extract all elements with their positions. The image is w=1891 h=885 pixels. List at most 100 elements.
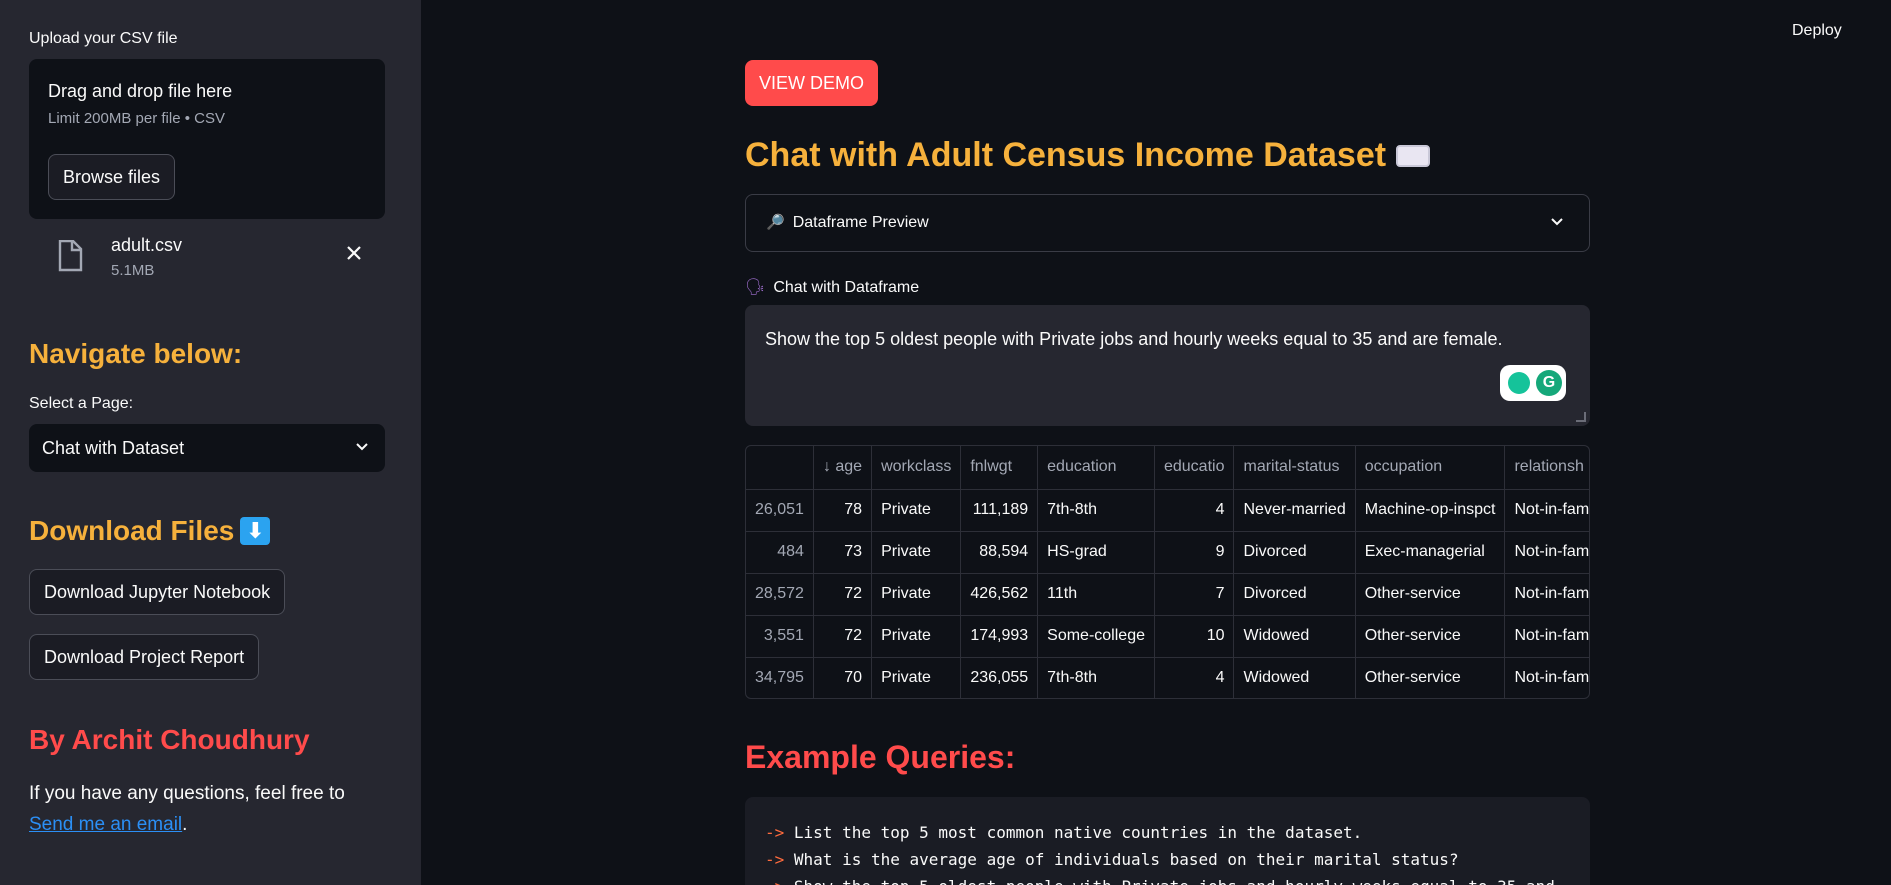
uploaded-file: adult.csv 5.1MB [29, 232, 385, 288]
arrow-icon: -> [765, 877, 784, 885]
column-header[interactable]: education [1037, 446, 1155, 490]
table-cell: 236,055 [960, 657, 1039, 698]
grammarly-icon: G [1536, 370, 1562, 396]
column-header[interactable]: workclass [871, 446, 962, 490]
grammarly-widget[interactable]: G [1500, 365, 1566, 401]
email-link[interactable]: Send me an email [29, 814, 182, 835]
table-row: 28,572 72 Private 426,562 11th 7 Divorce… [746, 573, 1589, 616]
file-size: 5.1MB [111, 262, 155, 279]
column-header[interactable]: fnlwgt [960, 446, 1039, 490]
column-header[interactable]: relationsh [1504, 446, 1589, 490]
download-heading: Download Files ⬇ [29, 515, 271, 547]
table-cell: Private [871, 657, 962, 698]
table-cell: Exec-managerial [1355, 531, 1506, 574]
example-text: List the top 5 most common native countr… [793, 823, 1363, 842]
table-header-row: ↓ age workclass fnlwgt education educati… [746, 446, 1589, 490]
chat-label-text: Chat with Dataframe [773, 279, 920, 296]
file-icon [58, 240, 83, 272]
contact-text: If you have any questions, feel free to … [29, 778, 385, 840]
table-row: 34,795 70 Private 236,055 7th-8th 4 Wido… [746, 657, 1589, 698]
deploy-button[interactable]: Deploy [1792, 22, 1842, 40]
row-index: 28,572 [746, 573, 814, 616]
dropzone-limit: Limit 200MB per file • CSV [48, 110, 225, 127]
row-index: 3,551 [746, 615, 814, 658]
page-select-value: Chat with Dataset [42, 438, 185, 458]
resize-handle[interactable] [1576, 412, 1586, 422]
dataframe-preview-expander[interactable]: 🔎 Dataframe Preview [745, 194, 1590, 252]
example-line: -> What is the average age of individual… [765, 846, 1570, 873]
table-cell: Not-in-fam [1504, 489, 1589, 532]
example-text: Show the top 5 oldest people with Privat… [794, 877, 1555, 885]
chevron-down-icon [1551, 218, 1563, 226]
table-cell: Not-in-fam [1504, 573, 1589, 616]
table-row: 26,051 78 Private 111,189 7th-8th 4 Neve… [746, 489, 1589, 532]
page-select[interactable]: Chat with Dataset [29, 424, 385, 472]
table-cell: Other-service [1355, 657, 1506, 698]
chevron-down-icon [356, 443, 368, 451]
download-arrow-icon: ⬇ [240, 517, 271, 545]
arrow-icon: -> [765, 850, 785, 869]
example-line: -> List the top 5 most common native cou… [765, 819, 1570, 846]
author-heading: By Archit Choudhury [29, 724, 310, 755]
table-cell: Widowed [1233, 615, 1356, 658]
contact-suffix: . [182, 814, 188, 835]
column-header[interactable]: ↓ age [813, 446, 873, 490]
column-header[interactable]: marital-status [1233, 446, 1356, 490]
column-header[interactable]: educatio [1154, 446, 1235, 490]
query-textarea[interactable]: Show the top 5 oldest people with Privat… [745, 305, 1590, 426]
keyboard-icon [1396, 145, 1431, 167]
speech-icon: 🗣 [745, 279, 766, 296]
example-text: What is the average age of individuals b… [793, 850, 1459, 869]
browse-files-button[interactable]: Browse files [48, 154, 176, 200]
file-dropzone[interactable]: Drag and drop file here Limit 200MB per … [29, 59, 385, 219]
table-cell: 4 [1154, 657, 1235, 698]
query-text: Show the top 5 oldest people with Privat… [765, 329, 1503, 349]
table-cell: Other-service [1355, 573, 1506, 616]
table-row: 3,551 72 Private 174,993 Some-college 10… [746, 615, 1589, 658]
table-cell: 73 [813, 531, 873, 574]
table-cell: 4 [1154, 489, 1235, 532]
table-row: 484 73 Private 88,594 HS-grad 9 Divorced… [746, 531, 1589, 574]
download-notebook-button[interactable]: Download Jupyter Notebook [29, 569, 286, 615]
table-cell: Private [871, 573, 962, 616]
column-header [746, 446, 814, 490]
table-cell: Some-college [1037, 615, 1155, 658]
page-title-text: Chat with Adult Census Income Dataset [745, 136, 1387, 174]
contact-prefix: If you have any questions, feel free to [29, 783, 345, 804]
row-index: 26,051 [746, 489, 814, 532]
sidebar: Upload your CSV file Drag and drop file … [0, 0, 421, 885]
table-cell: 11th [1037, 573, 1155, 616]
file-name: adult.csv [111, 235, 183, 255]
table-cell: 9 [1154, 531, 1235, 574]
table-cell: 7th-8th [1037, 657, 1155, 698]
row-index: 484 [746, 531, 814, 574]
table-cell: Private [871, 531, 962, 574]
table-cell: 70 [813, 657, 873, 698]
table-cell: 88,594 [960, 531, 1039, 574]
table-cell: 426,562 [960, 573, 1039, 616]
table-cell: Never-married [1233, 489, 1356, 532]
close-icon[interactable] [343, 242, 365, 264]
examples-heading: Example Queries: [745, 739, 1016, 775]
select-label: Select a Page: [29, 395, 134, 412]
download-report-button[interactable]: Download Project Report [29, 634, 260, 680]
table-cell: Other-service [1355, 615, 1506, 658]
results-table[interactable]: ↓ age workclass fnlwgt education educati… [745, 445, 1590, 699]
table-cell: 7 [1154, 573, 1235, 616]
example-line: -> Show the top 5 oldest people with Pri… [765, 873, 1570, 885]
dropzone-title: Drag and drop file here [48, 81, 233, 101]
table-cell: 7th-8th [1037, 489, 1155, 532]
table-cell: HS-grad [1037, 531, 1155, 574]
expander-label: Dataframe Preview [792, 214, 929, 231]
chat-label: 🗣 Chat with Dataframe [745, 277, 919, 297]
table-cell: 174,993 [960, 615, 1039, 658]
column-header[interactable]: occupation [1355, 446, 1506, 490]
upload-label: Upload your CSV file [29, 30, 178, 47]
page-title: Chat with Adult Census Income Dataset [745, 136, 1431, 175]
table-cell: Divorced [1233, 531, 1356, 574]
table-cell: 72 [813, 615, 873, 658]
table-cell: Divorced [1233, 573, 1356, 616]
view-demo-button[interactable]: VIEW DEMO [745, 60, 879, 106]
table-cell: Widowed [1233, 657, 1356, 698]
table-cell: Private [871, 489, 962, 532]
